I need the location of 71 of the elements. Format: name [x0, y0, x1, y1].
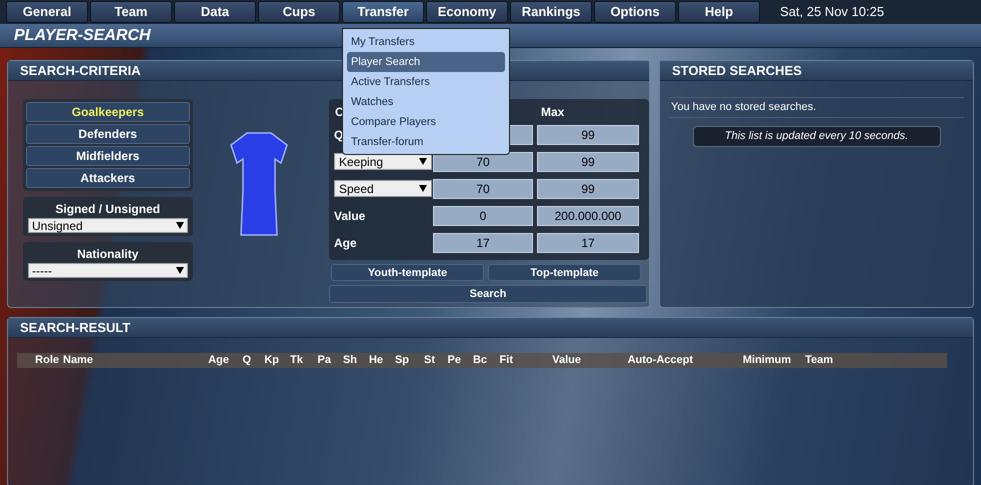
search-button[interactable]: Search	[329, 285, 647, 303]
min-field[interactable]: 17	[433, 232, 533, 252]
max-field[interactable]: 200.000.000	[537, 206, 639, 226]
criteria-label: Value	[334, 208, 366, 222]
nav-tab[interactable]: Economy	[426, 1, 508, 23]
nav-tab[interactable]: Transfer	[342, 1, 424, 23]
column-header: Minimum	[742, 353, 791, 368]
column-header: Sp	[394, 353, 409, 368]
column-header: Q	[241, 353, 251, 368]
column-header: Kp	[263, 353, 279, 368]
column-header: Sh	[342, 353, 357, 368]
caret-icon	[419, 158, 427, 165]
max-field[interactable]: 99	[537, 178, 639, 198]
dropdown-value: -----	[32, 262, 52, 280]
dropdown[interactable]: -----	[28, 263, 188, 278]
column-header: Pa	[316, 353, 331, 368]
max-field[interactable]: 99	[537, 152, 639, 172]
min-field[interactable]: 70	[433, 178, 533, 198]
column-header: Max	[540, 104, 566, 121]
menu-item[interactable]: Transfer-forum	[347, 132, 505, 152]
position-button[interactable]: Attackers	[26, 168, 190, 188]
column-header: He	[368, 353, 383, 368]
column-header: Role	[34, 353, 59, 368]
column-header: Value	[551, 353, 581, 368]
column-header: Age	[207, 353, 229, 368]
min-field[interactable]: 0	[433, 206, 533, 226]
nav-tab[interactable]: Cups	[258, 1, 340, 23]
column-header: Team	[804, 353, 833, 368]
filter-label: Signed / Unsigned	[55, 201, 160, 218]
template-button[interactable]: Youth-template	[331, 264, 484, 281]
nav-tab[interactable]: Options	[594, 1, 676, 23]
dropdown-value: Unsigned	[32, 218, 83, 234]
caret-icon	[176, 222, 184, 229]
column-header: Name	[62, 353, 94, 368]
nav-tab[interactable]: Team	[90, 1, 172, 23]
menu-item[interactable]: Watches	[347, 92, 505, 112]
date-time: Sat, 25 Nov 10:25	[780, 3, 884, 22]
panel-title: SEARCH-CRITERIA	[20, 62, 141, 80]
column-header: St	[423, 353, 435, 368]
nav-tab[interactable]: Rankings	[510, 1, 592, 23]
column-header: Bc	[472, 353, 487, 368]
column-header: Fit	[498, 353, 513, 368]
column-header: Pe	[446, 353, 461, 368]
update-note: This list is updated every 10 seconds.	[692, 126, 940, 146]
dropdown-value: Speed	[339, 180, 374, 198]
position-button[interactable]: Defenders	[26, 124, 190, 144]
nav-tab[interactable]: Data	[174, 1, 256, 23]
menu-item[interactable]: My Transfers	[347, 32, 505, 52]
dropdown[interactable]: Unsigned	[28, 218, 188, 233]
panel-title: STORED SEARCHES	[672, 62, 802, 80]
column-header: Auto-Accept	[626, 353, 693, 368]
position-button[interactable]: Goalkeepers	[26, 102, 190, 122]
filter-label: Nationality	[77, 246, 138, 263]
max-field[interactable]: 99	[537, 124, 639, 144]
criteria-label: Age	[334, 236, 357, 250]
empty-message: You have no stored searches.	[669, 97, 964, 118]
menu-item[interactable]: Compare Players	[347, 112, 505, 132]
criteria-dropdown[interactable]: Speed	[334, 180, 432, 197]
caret-icon	[419, 185, 427, 192]
nav-tab[interactable]: General	[6, 1, 88, 23]
nav-tab[interactable]: Help	[678, 1, 760, 23]
template-button[interactable]: Top-template	[488, 264, 641, 281]
max-field[interactable]: 17	[537, 232, 639, 252]
menu-item[interactable]: Active Transfers	[347, 72, 505, 92]
page-title: PLAYER-SEARCH	[14, 26, 151, 46]
menu-item[interactable]: Player Search	[347, 52, 505, 72]
column-header: Tk	[289, 353, 303, 368]
dropdown-value: Keeping	[339, 154, 384, 170]
panel-title: SEARCH-RESULT	[20, 318, 130, 337]
position-button[interactable]: Midfielders	[26, 146, 190, 166]
caret-icon	[176, 267, 184, 274]
